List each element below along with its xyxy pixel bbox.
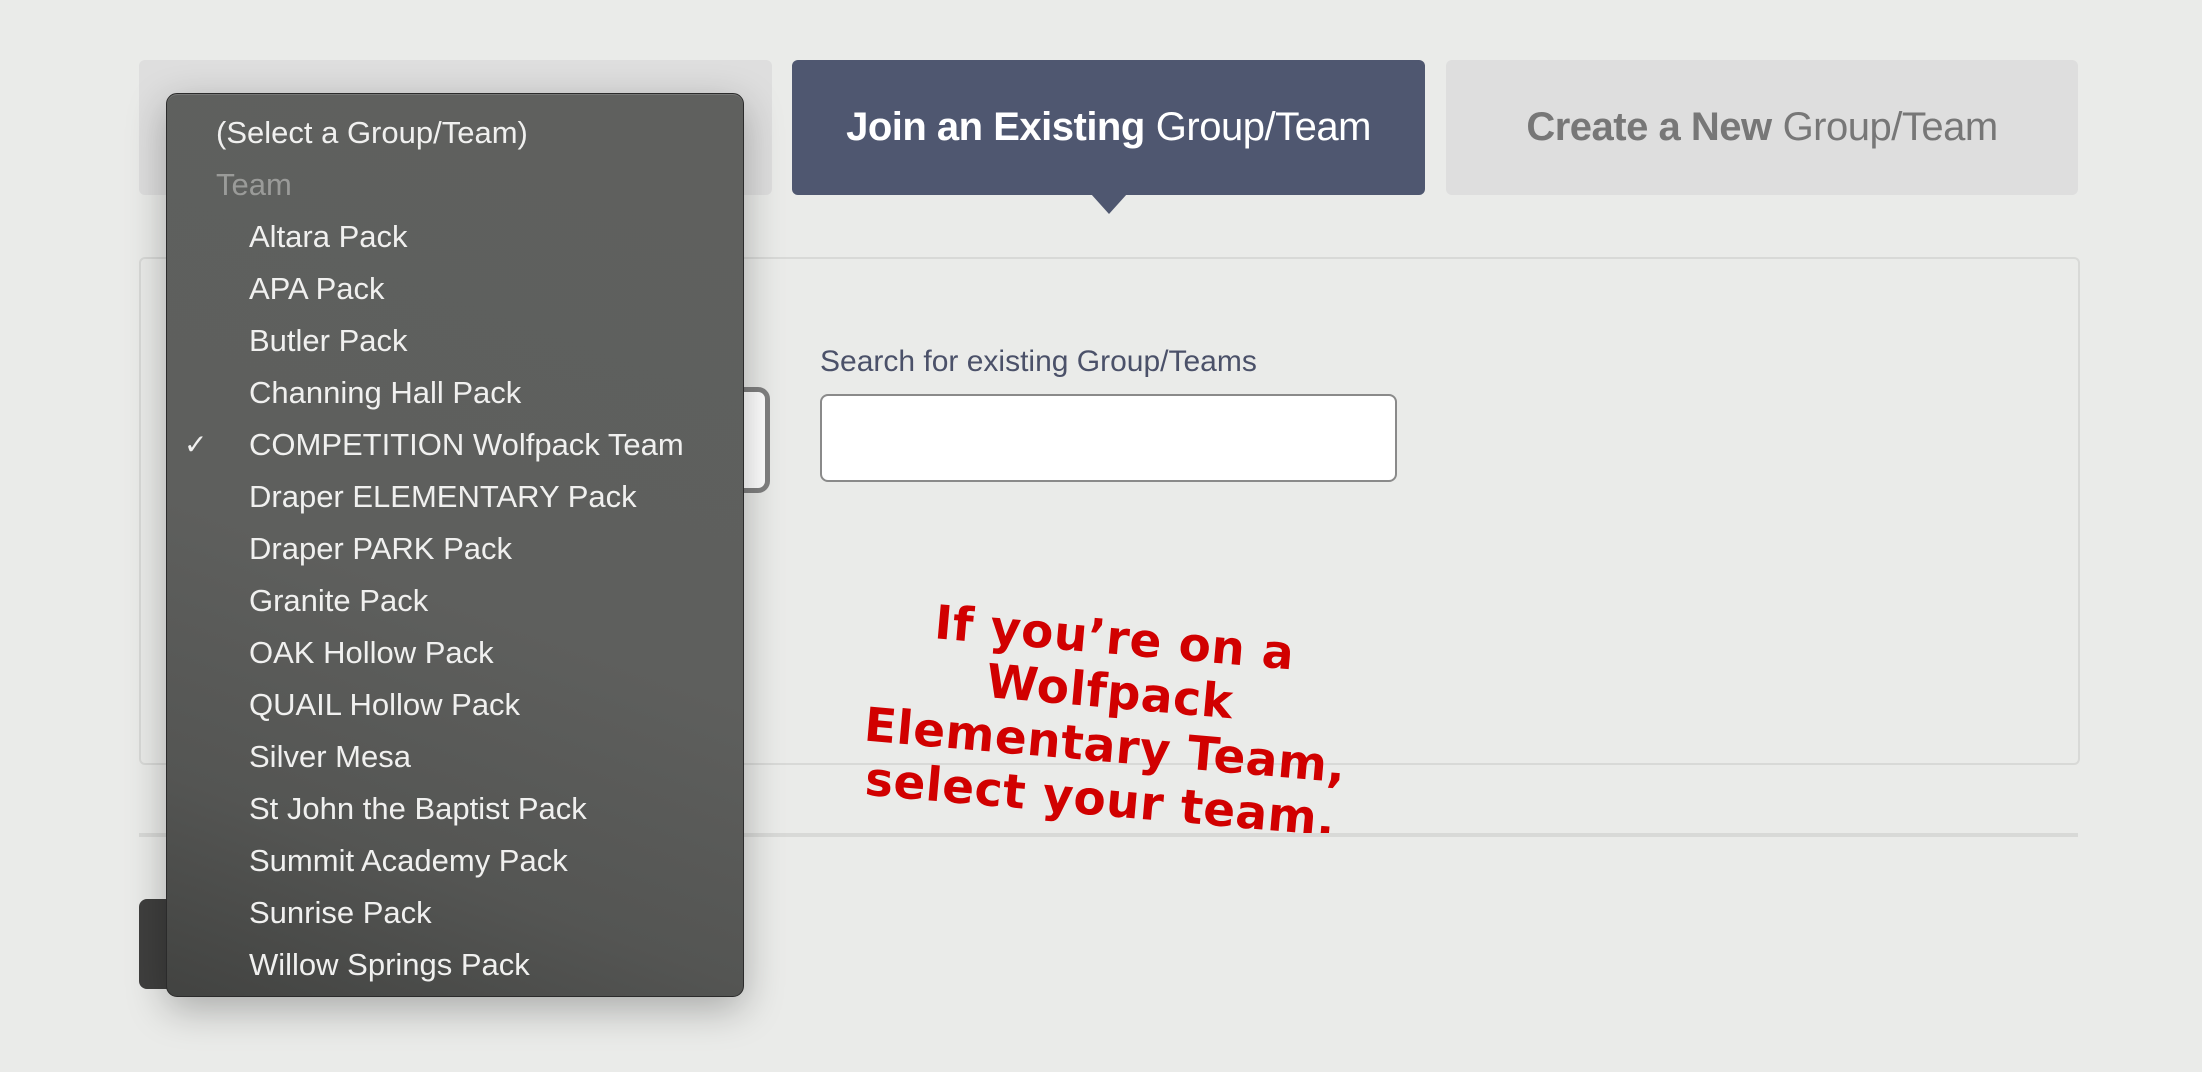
dropdown-option-label: Channing Hall Pack: [249, 375, 522, 410]
tab-label-bold: Create a New: [1526, 105, 1772, 149]
dropdown-option-label: Silver Mesa: [249, 739, 411, 774]
dropdown-option-label: Summit Academy Pack: [249, 843, 568, 878]
dropdown-option[interactable]: Channing Hall Pack: [167, 367, 743, 419]
dropdown-option[interactable]: ✓ COMPETITION Wolfpack Team: [167, 419, 743, 471]
dropdown-option-label: Draper PARK Pack: [249, 531, 513, 566]
dropdown-option-label: St John the Baptist Pack: [249, 791, 587, 826]
group-team-dropdown-menu[interactable]: (Select a Group/Team) Team Altara Pack AP…: [166, 93, 744, 997]
search-input[interactable]: [820, 394, 1397, 482]
dropdown-option[interactable]: Butler Pack: [167, 315, 743, 367]
dropdown-option-label: APA Pack: [249, 271, 385, 306]
dropdown-option-label: COMPETITION Wolfpack Team: [249, 427, 684, 462]
dropdown-option-label: Draper ELEMENTARY Pack: [249, 479, 637, 514]
tab-label-rest: Group/Team: [1782, 105, 1999, 149]
dropdown-option[interactable]: St John the Baptist Pack: [167, 783, 743, 835]
checkmark-icon: ✓: [184, 429, 208, 460]
dropdown-option-label: Willow Springs Pack: [249, 947, 530, 982]
dropdown-option-label: Sunrise Pack: [249, 895, 432, 930]
dropdown-group-label: Team: [216, 167, 292, 202]
dropdown-option[interactable]: Draper ELEMENTARY Pack: [167, 471, 743, 523]
dropdown-option[interactable]: Summit Academy Pack: [167, 835, 743, 887]
dropdown-option[interactable]: Granite Pack: [167, 575, 743, 627]
tab-join-existing[interactable]: Join an Existing Group/Team: [792, 60, 1425, 214]
dropdown-option[interactable]: Altara Pack: [167, 211, 743, 263]
dropdown-option[interactable]: Sunrise Pack: [167, 887, 743, 939]
active-tab-pointer: [1090, 194, 1127, 214]
dropdown-option[interactable]: Willow Springs Pack: [167, 939, 743, 991]
dropdown-option-label: Granite Pack: [249, 583, 429, 618]
dropdown-option-label: QUAIL Hollow Pack: [249, 687, 521, 722]
tab-label-rest: Group/Team: [1155, 105, 1372, 149]
dropdown-option[interactable]: QUAIL Hollow Pack: [167, 679, 743, 731]
dropdown-option-label: Altara Pack: [249, 219, 408, 254]
dropdown-option-label: Butler Pack: [249, 323, 408, 358]
dropdown-option-label: OAK Hollow Pack: [249, 635, 494, 670]
dropdown-option[interactable]: Silver Mesa: [167, 731, 743, 783]
dropdown-option[interactable]: OAK Hollow Pack: [167, 627, 743, 679]
tab-create-new[interactable]: Create a New Group/Team: [1446, 60, 2078, 195]
dropdown-option[interactable]: APA Pack: [167, 263, 743, 315]
tab-label-bold: Join an Existing: [846, 105, 1145, 149]
dropdown-option[interactable]: Draper PARK Pack: [167, 523, 743, 575]
search-label: Search for existing Group/Teams: [820, 345, 1257, 378]
dropdown-placeholder-option[interactable]: (Select a Group/Team): [167, 107, 743, 159]
